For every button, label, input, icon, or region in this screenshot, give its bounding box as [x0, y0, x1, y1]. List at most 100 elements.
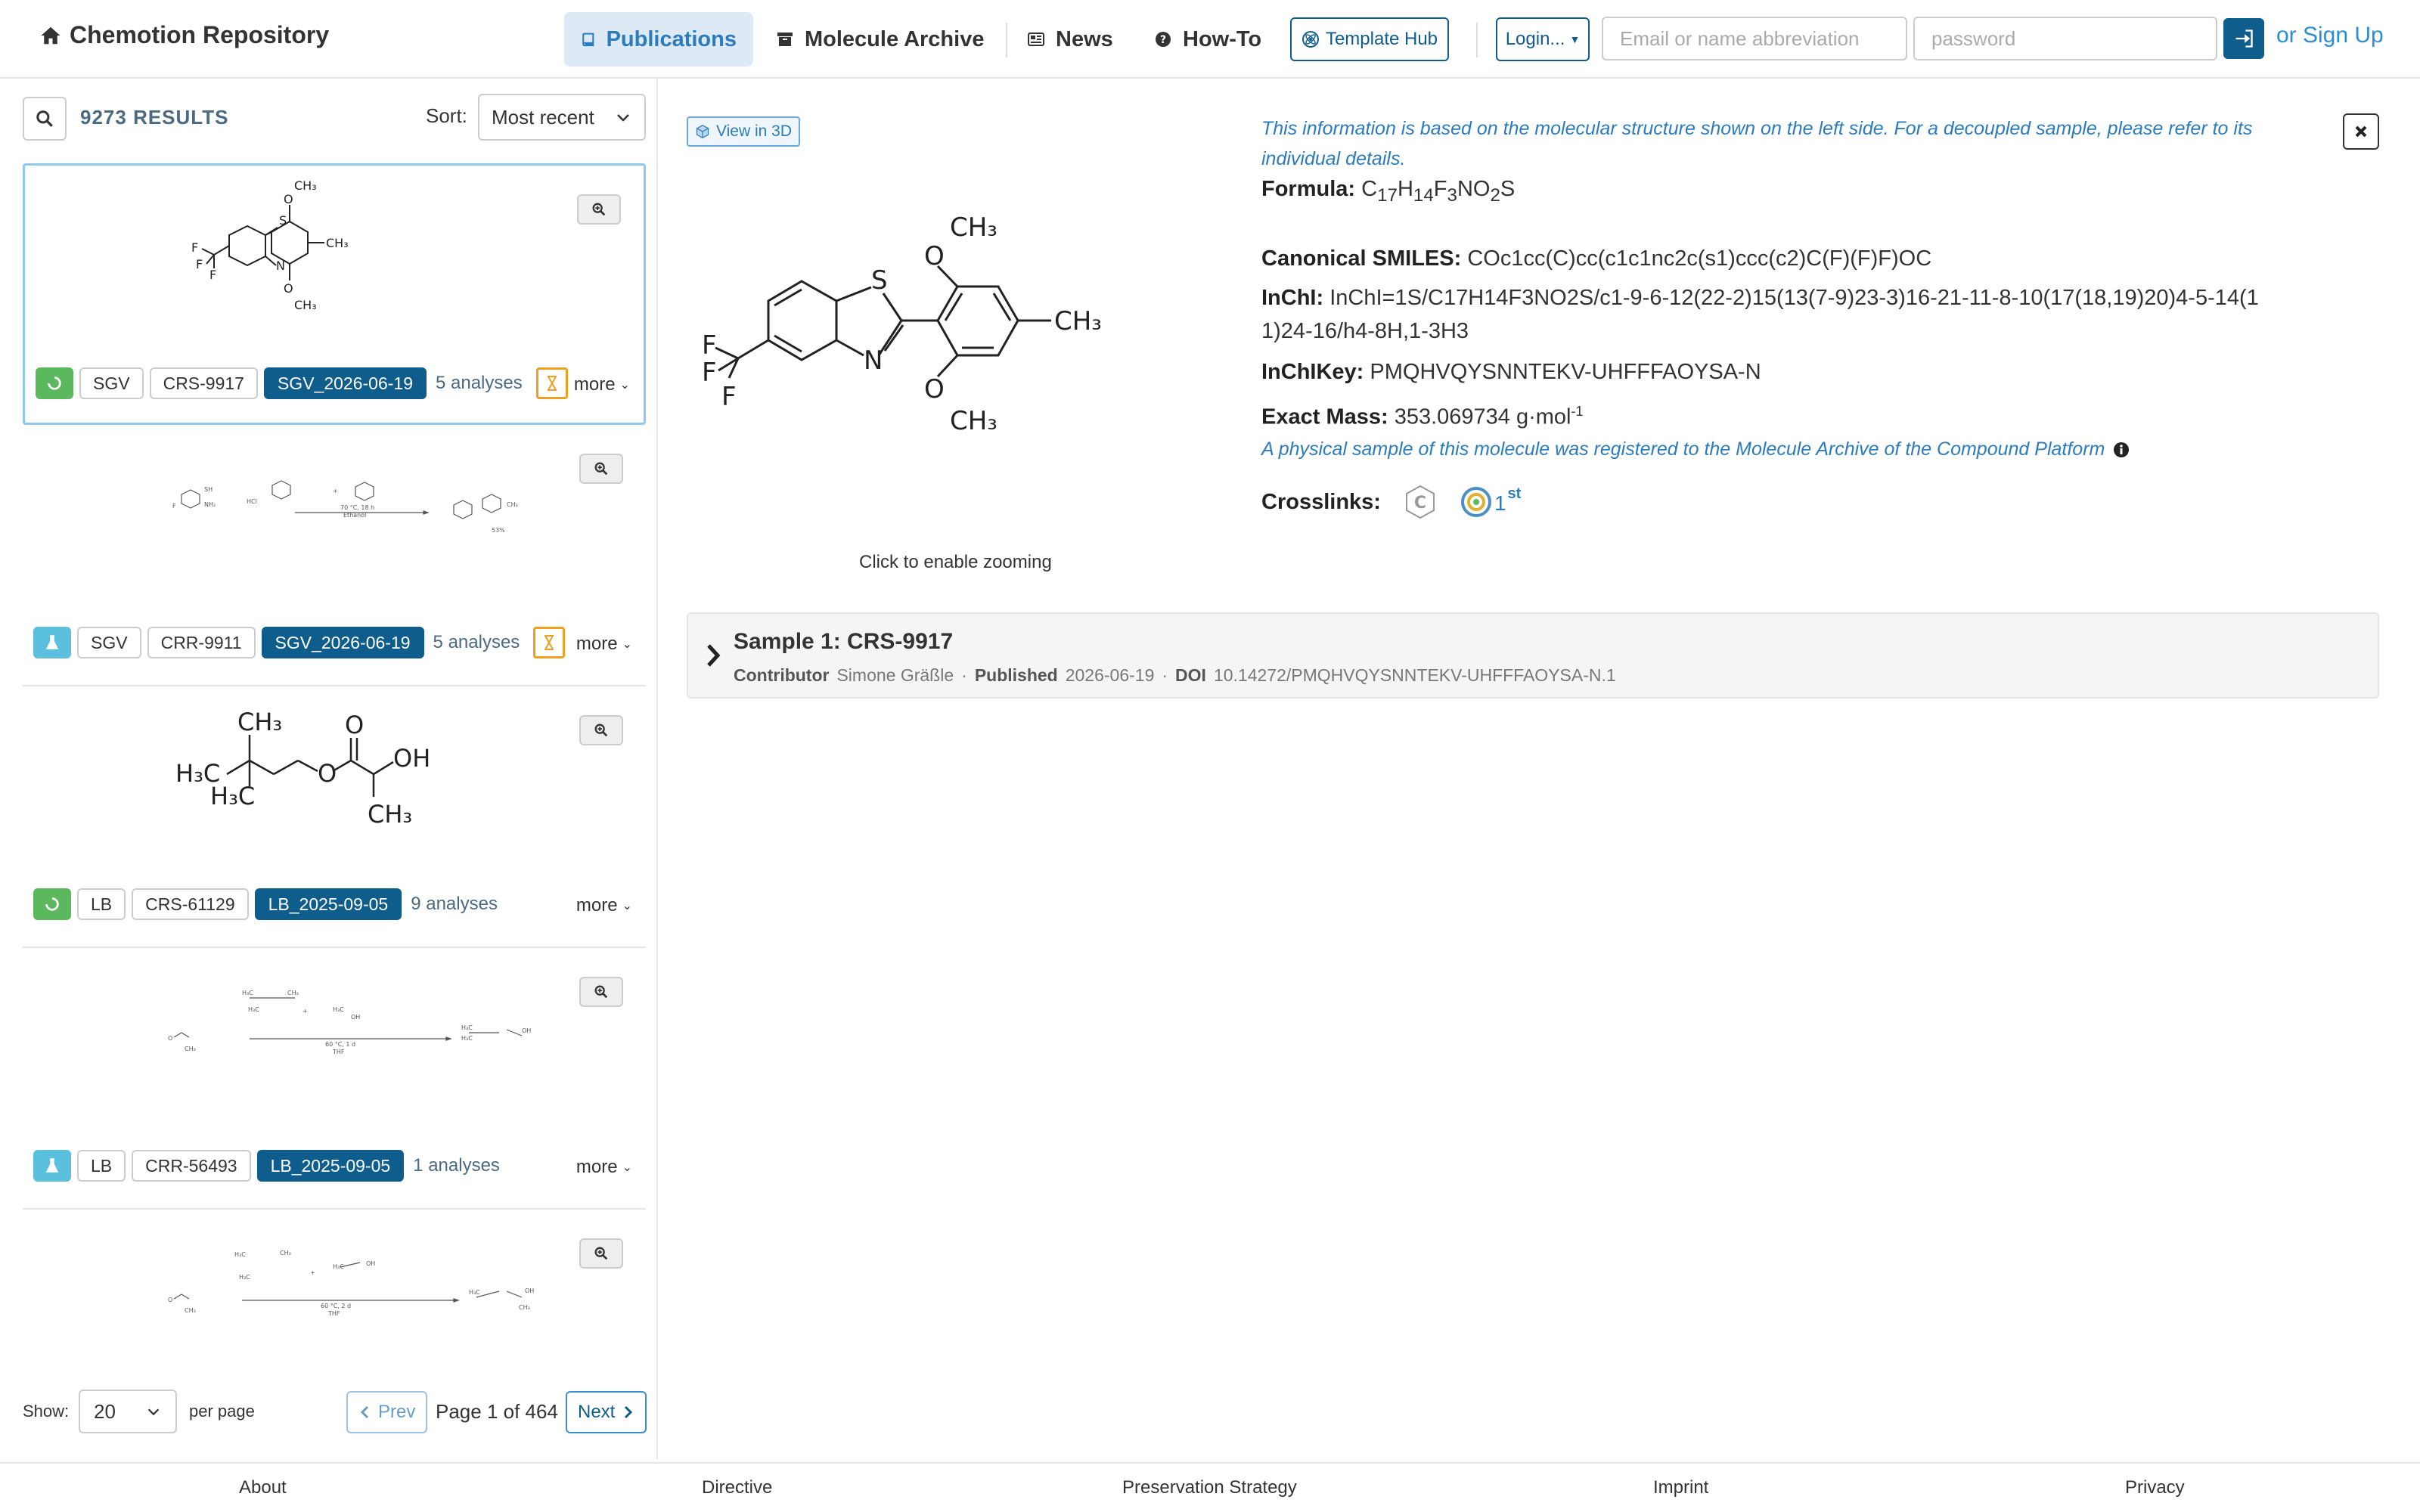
view-3d-button[interactable]: View in 3D: [687, 116, 800, 147]
zoom-in-icon: [594, 985, 608, 999]
card-badges: SGV CRR-9911 SGV_2026-06-19 5 analyses: [33, 626, 566, 659]
per-page-select[interactable]: 20: [79, 1390, 177, 1433]
sign-up-link[interactable]: or Sign Up: [2276, 23, 2384, 48]
nav-molecule-archive-label: Molecule Archive: [805, 26, 985, 51]
chevron-down-icon: [147, 1408, 160, 1416]
id-badge[interactable]: CRR-56493: [132, 1150, 251, 1182]
svg-text:CH₃: CH₃: [507, 501, 518, 508]
inchikey-label: InChIKey:: [1261, 360, 1364, 384]
results-list: SN O CH₃ CH₃ O CH₃ FFF SGV CRS-9917 SGV_20…: [23, 163, 646, 1365]
mass-label: Exact Mass:: [1261, 404, 1388, 429]
next-page-button[interactable]: Next: [566, 1391, 647, 1433]
analyses-count: 1 analyses: [413, 1155, 500, 1176]
dataset-badge[interactable]: SGV_2026-06-19: [261, 627, 424, 658]
svg-text:?: ?: [1160, 34, 1166, 46]
svg-text:F: F: [702, 358, 717, 388]
sign-in-button[interactable]: [2223, 18, 2264, 59]
zoom-button[interactable]: [579, 454, 623, 484]
crosslink-chemotion[interactable]: 1 st: [1460, 485, 1521, 519]
footer-preservation-link[interactable]: Preservation Strategy: [1122, 1477, 1297, 1498]
password-input[interactable]: [1913, 17, 2217, 60]
svg-text:CH₃: CH₃: [326, 236, 349, 250]
author-badge[interactable]: LB: [77, 888, 126, 920]
nav-publications[interactable]: Publications: [564, 12, 753, 67]
footer-directive-link[interactable]: Directive: [702, 1477, 772, 1498]
svg-text:H₃C: H₃C: [333, 1006, 344, 1013]
list-item[interactable]: SN O CH₃ CH₃ O CH₃ FFF SGV CRS-9917 SGV_20…: [23, 163, 646, 425]
sort-select[interactable]: Most recent: [478, 94, 646, 141]
separator: ·: [961, 665, 967, 685]
footer-about-link[interactable]: About: [239, 1477, 287, 1498]
svg-text:+: +: [333, 488, 338, 494]
sample-panel[interactable]: Sample 1: CRS-9917 Contributor Simone Gr…: [687, 612, 2379, 699]
template-hub-button[interactable]: Template Hub: [1290, 17, 1449, 61]
prev-page-button[interactable]: Prev: [346, 1391, 428, 1433]
close-button[interactable]: [2343, 113, 2379, 150]
molecule-structure-large[interactable]: S N O CH₃ CH₃ O CH₃ F F F: [693, 177, 1184, 578]
zoom-button[interactable]: [579, 715, 623, 745]
list-item[interactable]: CH₃ H₃C H₃C O O OH CH₃ LB CRS-61129 LB_2…: [23, 686, 646, 948]
id-badge[interactable]: CRS-9917: [149, 367, 258, 399]
chevron-right-icon[interactable]: [705, 643, 721, 668]
zoom-button[interactable]: [579, 1238, 623, 1269]
crosslink-compound-platform[interactable]: C: [1404, 484, 1437, 520]
search-icon: [36, 110, 53, 127]
footer-imprint-link[interactable]: Imprint: [1653, 1477, 1708, 1498]
zoom-button[interactable]: [579, 977, 623, 1007]
author-badge[interactable]: SGV: [77, 627, 141, 658]
nav-divider: [1006, 23, 1007, 57]
id-badge[interactable]: CRS-61129: [132, 888, 249, 920]
more-toggle[interactable]: more ⌄: [576, 1157, 632, 1178]
svg-text:H₃C: H₃C: [469, 1289, 480, 1296]
page-info: Page 1 of 464: [436, 1400, 558, 1423]
nav-how-to-label: How-To: [1183, 26, 1262, 51]
footer-privacy-link[interactable]: Privacy: [2125, 1477, 2185, 1498]
svg-text:OH: OH: [522, 1027, 531, 1034]
more-toggle[interactable]: more ⌄: [576, 634, 632, 655]
sign-in-icon: [2235, 29, 2253, 48]
more-toggle[interactable]: more ⌄: [574, 374, 630, 395]
author-badge[interactable]: SGV: [79, 367, 144, 399]
svg-text:H₃C: H₃C: [461, 1035, 473, 1042]
doi-value[interactable]: 10.14272/PMQHVQYSNNTEKV-UHFFFAOYSA-N.1: [1214, 665, 1616, 686]
nav-news-label: News: [1056, 26, 1113, 51]
more-toggle[interactable]: more ⌄: [576, 895, 632, 916]
card-badges: LB CRS-61129 LB_2025-09-05 9 analyses: [33, 888, 498, 921]
svg-text:+: +: [310, 1269, 315, 1276]
search-button[interactable]: [23, 97, 67, 141]
chevron-down-icon: ⌄: [622, 638, 632, 651]
list-item[interactable]: O CH₃ H₃C CH₃ H₃C + H₃C OH 60 °C, 1 d THF H₃C…: [23, 948, 646, 1210]
svg-text:S: S: [279, 213, 287, 228]
contributor-label: Contributor: [734, 665, 830, 685]
svg-text:O: O: [924, 374, 945, 404]
svg-text:60 °C, 2 d: 60 °C, 2 d: [321, 1303, 351, 1309]
svg-text:CH₃: CH₃: [185, 1046, 196, 1052]
svg-text:N: N: [864, 345, 883, 376]
more-label: more: [576, 1157, 618, 1177]
login-dropdown[interactable]: Login... ▼: [1496, 17, 1590, 61]
zoom-button[interactable]: [577, 194, 621, 225]
list-item[interactable]: O CH₃ H₃C CH₃ H₃C + H₃C OH 60 °C, 2 d THF H₃C…: [23, 1210, 646, 1365]
svg-text:F: F: [191, 240, 198, 255]
published-label: Published: [974, 665, 1058, 685]
nav-how-to[interactable]: ? How-To: [1137, 12, 1278, 67]
question-circle-icon: ?: [1156, 32, 1171, 47]
mass-exponent: -1: [1571, 404, 1584, 419]
nav-news[interactable]: News: [1010, 12, 1130, 67]
dataset-badge[interactable]: LB_2025-09-05: [254, 888, 402, 920]
email-input[interactable]: [1602, 17, 1907, 60]
doi-label: DOI: [1175, 665, 1206, 685]
id-badge[interactable]: CRR-9911: [147, 627, 256, 658]
brand[interactable]: Chemotion Repository: [39, 21, 329, 49]
physical-sample-note[interactable]: A physical sample of this molecule was r…: [1261, 438, 2130, 460]
svg-text:C: C: [1414, 494, 1426, 513]
dataset-badge[interactable]: SGV_2026-06-19: [263, 367, 427, 399]
list-item[interactable]: SH NH₂ HCl F + 70 °C, 18 h Ethanol CH₃ 53% SG…: [23, 425, 646, 686]
nav-molecule-archive[interactable]: Molecule Archive: [759, 12, 1001, 67]
zoom-in-icon: [594, 723, 608, 737]
svg-text:F: F: [721, 382, 737, 412]
author-badge[interactable]: LB: [77, 1150, 126, 1182]
dataset-badge[interactable]: LB_2025-09-05: [256, 1150, 405, 1182]
atom-icon: [1302, 31, 1319, 48]
svg-text:N: N: [276, 259, 285, 273]
